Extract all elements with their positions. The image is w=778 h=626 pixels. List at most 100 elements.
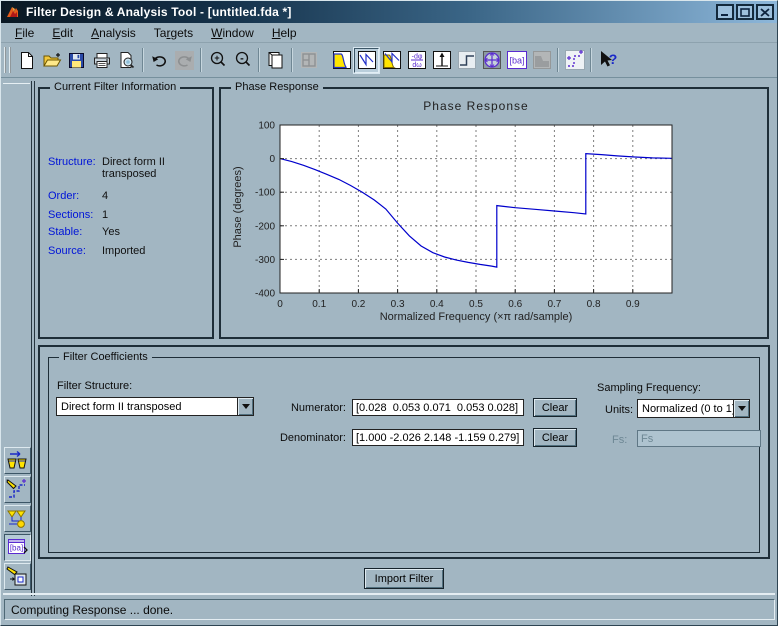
structure-value: Direct form II transposed xyxy=(102,156,208,180)
new-file-button[interactable] xyxy=(14,48,39,73)
realize-model-icon xyxy=(6,565,29,588)
undo-button[interactable] xyxy=(147,48,172,73)
phase-response-panel: Phase Response Phase Response Phase (deg… xyxy=(219,87,769,339)
svg-text:0.9: 0.9 xyxy=(626,299,640,310)
chart-y-axis-label: Phase (degrees) xyxy=(232,166,244,247)
print-button[interactable] xyxy=(89,48,114,73)
sampling-frequency-label: Sampling Frequency: xyxy=(597,382,701,394)
toolbar-separator xyxy=(590,48,592,72)
menu-targets[interactable]: Targets xyxy=(146,24,201,42)
units-dropdown[interactable]: Normalized (0 to 1) xyxy=(637,399,750,418)
window-title: Filter Design & Analysis Tool - [untitle… xyxy=(26,5,292,19)
full-view-analysis-icon xyxy=(564,49,586,71)
svg-text:0.3: 0.3 xyxy=(391,299,405,310)
dropdown-arrow-icon[interactable] xyxy=(237,398,253,415)
pole-zero-plot-button[interactable] xyxy=(479,48,504,73)
toolbar: + - xyxy=(1,43,777,78)
minimize-button[interactable] xyxy=(716,4,734,20)
maximize-button[interactable] xyxy=(736,4,754,20)
impulse-response-button[interactable] xyxy=(429,48,454,73)
units-label: Units: xyxy=(605,404,633,416)
redo-button xyxy=(172,48,197,73)
menu-analysis[interactable]: Analysis xyxy=(83,24,144,42)
open-file-button[interactable] xyxy=(39,48,64,73)
menu-window[interactable]: Window xyxy=(203,24,262,42)
title-bar[interactable]: Filter Design & Analysis Tool - [untitle… xyxy=(1,1,777,23)
toolbar-separator xyxy=(200,48,202,72)
clear-denominator-button[interactable]: Clear xyxy=(533,428,577,447)
close-button[interactable] xyxy=(756,4,774,20)
filter-structure-dropdown-value: Direct form II transposed xyxy=(57,400,237,414)
units-dropdown-value: Normalized (0 to 1) xyxy=(638,402,733,416)
svg-text:0.1: 0.1 xyxy=(312,299,326,310)
svg-text:-dφ: -dφ xyxy=(411,54,422,61)
zoom-in-button[interactable]: + xyxy=(205,48,230,73)
help-button[interactable]: ? xyxy=(595,48,620,73)
svg-text:100: 100 xyxy=(258,121,275,132)
magnitude-response-icon xyxy=(332,50,352,70)
numerator-input[interactable] xyxy=(352,399,524,416)
menu-file[interactable]: File xyxy=(7,24,42,42)
phase-response-icon xyxy=(357,50,377,70)
filter-structure-label: Filter Structure: xyxy=(57,380,132,392)
structure-label: Structure: xyxy=(48,156,96,168)
toolbar-separator xyxy=(258,48,260,72)
pole-zero-plot-icon xyxy=(482,50,502,70)
magnitude-phase-response-button[interactable] xyxy=(379,48,404,73)
print-icon xyxy=(92,51,112,70)
redo-icon xyxy=(175,51,194,70)
toolbar-grip[interactable] xyxy=(4,47,11,73)
denominator-input[interactable] xyxy=(352,429,524,446)
menu-edit[interactable]: Edit xyxy=(44,24,81,42)
new-file-icon xyxy=(17,51,36,70)
layout-icon xyxy=(299,50,319,70)
full-view-analysis-button[interactable] xyxy=(562,48,587,73)
status-separator xyxy=(3,593,775,595)
sections-value: 1 xyxy=(102,209,108,221)
phase-response-panel-title: Phase Response xyxy=(231,81,323,93)
svg-text:[ba]: [ba] xyxy=(509,56,524,66)
minimize-icon xyxy=(720,8,730,17)
status-bar: Computing Response ... done. xyxy=(4,599,775,620)
dropdown-arrow-icon[interactable] xyxy=(733,400,749,417)
save-button[interactable] xyxy=(64,48,89,73)
source-value: Imported xyxy=(102,245,145,257)
import-filter-button[interactable]: Import Filter xyxy=(364,568,444,589)
filter-coefficients-title: Filter Coefficients xyxy=(59,351,152,363)
magnitude-response-button[interactable] xyxy=(329,48,354,73)
filter-specs-icon xyxy=(532,50,552,70)
zoom-out-button[interactable]: - xyxy=(230,48,255,73)
fs-label: Fs: xyxy=(612,434,627,446)
phase-response-chart[interactable]: 00.10.20.30.40.50.60.70.80.91000-100-200… xyxy=(244,121,704,321)
group-delay-button[interactable]: -dφ dω xyxy=(404,48,429,73)
step-response-button[interactable] xyxy=(454,48,479,73)
filter-structure-dropdown[interactable]: Direct form II transposed xyxy=(56,397,254,416)
sidebar-design-filter-button[interactable] xyxy=(4,505,31,532)
status-text: Computing Response ... done. xyxy=(11,603,173,617)
sidebar-set-quantization-button[interactable] xyxy=(4,476,31,503)
help-icon: ? xyxy=(597,49,619,71)
sidebar-convert-structure-button[interactable] xyxy=(4,447,31,474)
svg-text:0: 0 xyxy=(277,299,283,310)
toolbar-separator xyxy=(557,48,559,72)
menu-help[interactable]: Help xyxy=(264,24,305,42)
stable-label: Stable: xyxy=(48,226,82,238)
current-filter-info-title: Current Filter Information xyxy=(50,81,180,93)
svg-text:0: 0 xyxy=(269,154,275,165)
sidebar-realize-model-button[interactable] xyxy=(4,563,31,590)
sidebar-import-filter-button[interactable]: [ba] xyxy=(4,534,31,561)
filter-coefficients-button[interactable]: [ba] xyxy=(504,48,529,73)
svg-text:0.7: 0.7 xyxy=(547,299,561,310)
close-icon xyxy=(760,8,770,17)
print-preview-button[interactable] xyxy=(114,48,139,73)
filter-coefficients-groupbox: Filter Coefficients Filter Structure: Di… xyxy=(48,357,760,553)
maximize-icon xyxy=(740,8,750,17)
clear-numerator-button[interactable]: Clear xyxy=(533,398,577,417)
print-to-figure-button[interactable] xyxy=(263,48,288,73)
svg-text:0.4: 0.4 xyxy=(430,299,444,310)
phase-response-button[interactable] xyxy=(354,48,379,73)
sidebar-highlight xyxy=(3,83,30,84)
filter-specs-button xyxy=(529,48,554,73)
fdatool-window: Filter Design & Analysis Tool - [untitle… xyxy=(0,0,778,626)
menu-bar: File Edit Analysis Targets Window Help xyxy=(1,23,777,43)
